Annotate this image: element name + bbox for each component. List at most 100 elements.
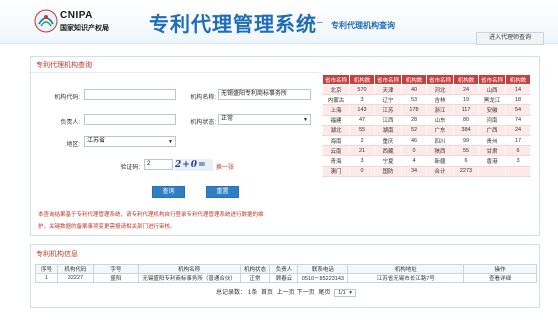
owner-input[interactable] [84, 114, 176, 125]
search-button[interactable]: 查询 [152, 186, 185, 198]
region-name[interactable]: 湖南 [374, 124, 402, 136]
region-name[interactable]: 四川 [426, 134, 454, 147]
org-code-input[interactable] [84, 89, 176, 100]
prev-page-link[interactable]: 上一页 [277, 290, 295, 296]
last-page-link[interactable]: 尾页 [318, 290, 330, 296]
column-header: 省市名称 [374, 74, 402, 85]
owner-label: 负责人: [60, 120, 80, 126]
region-name[interactable]: 山西 [478, 83, 506, 96]
region-name[interactable]: 重庆 [374, 134, 402, 147]
reset-button[interactable]: 重置 [206, 186, 239, 198]
page-select[interactable]: 1/1 ▾ [334, 289, 357, 297]
region-select[interactable]: 江苏省 ▼ [84, 136, 176, 147]
captcha-label: 验证码: [120, 165, 140, 171]
region-name[interactable]: 内蒙古 [322, 94, 350, 106]
region-name[interactable]: 陕西 [426, 145, 454, 157]
region-name[interactable]: 黑龙江 [478, 94, 506, 106]
cell-address: 江苏省无锡市长江路7号 [347, 273, 465, 283]
region-name[interactable]: 河南 [478, 114, 506, 126]
org-name-input[interactable]: 无锡盛阳专利商标事务所 [218, 89, 311, 100]
region-count: 4 [401, 155, 427, 167]
region-count: 40 [401, 83, 427, 96]
next-page-link[interactable]: 下一页 [297, 290, 315, 296]
region-name[interactable]: 甘肃 [478, 145, 506, 157]
region-row: 内蒙古 3 辽宁 53 吉林 19 黑龙江 18 [322, 94, 531, 106]
region-count: 384 [453, 124, 479, 136]
region-count: 6 [453, 155, 479, 167]
view-detail-link[interactable]: 查看详细 [463, 273, 537, 283]
region-count: 47 [349, 114, 375, 126]
region-count: 24 [453, 83, 479, 96]
region-name[interactable]: 澳门 [322, 165, 350, 177]
region-name[interactable]: 天津 [374, 83, 402, 96]
region-name[interactable]: 江苏 [374, 104, 402, 116]
region-count: 14 [505, 83, 531, 96]
region-name[interactable]: 贵州 [478, 134, 506, 147]
region-stats-table: 省市名称 机构数 省市名称 机构数 省市名称 机构数 省市名称 机构数 北京 57… [322, 74, 531, 177]
region-name[interactable]: 辽宁 [374, 94, 402, 106]
enter-agent-query-button[interactable]: 进入代理师查询 [476, 32, 544, 45]
table-row: 1 32227 盛阳 无锡盛阳专利商标事务所（普通合伙） 正常 顾春云 0510… [35, 273, 537, 283]
info-panel-title: 专利机构信息 [36, 251, 78, 258]
region-count [505, 165, 531, 177]
region-row: 海南 2 重庆 46 四川 99 贵州 17 [322, 134, 531, 147]
region-name[interactable]: 福建 [322, 114, 350, 126]
logo-subtext: 国家知识产权局 [60, 25, 109, 32]
region-name[interactable]: 宁夏 [374, 155, 402, 167]
region-row: 湖北 55 湖南 52 广东 384 广西 24 [322, 124, 531, 136]
region-count: 2273 [453, 165, 479, 177]
region-name[interactable]: 上海 [322, 104, 350, 116]
region-name[interactable]: 河北 [426, 83, 454, 96]
region-name[interactable]: 青海 [322, 155, 350, 167]
region-count: 0 [401, 145, 427, 157]
captcha-image[interactable]: 2+0= [175, 159, 213, 171]
divider [31, 72, 319, 73]
status-select[interactable]: 正常 ▼ [218, 114, 311, 125]
region-name[interactable]: 浙江 [426, 104, 454, 116]
total-count: 1条 [247, 290, 258, 296]
region-label: 地区: [66, 142, 80, 148]
region-name[interactable]: 江西 [374, 114, 402, 126]
region-name[interactable]: 湖北 [322, 124, 350, 136]
region-name[interactable]: 安徽 [478, 104, 506, 116]
captcha-input[interactable]: 2 [144, 159, 173, 170]
region-name[interactable]: 国防 [374, 165, 402, 177]
chevron-down-icon: ▾ [349, 290, 353, 296]
region-name[interactable] [478, 165, 506, 177]
region-count: 19 [453, 94, 479, 106]
region-count: 53 [401, 94, 427, 106]
region-name[interactable]: 香港 [478, 155, 506, 167]
column-header: 省市名称 [322, 74, 350, 85]
region-count: 2 [349, 134, 375, 147]
first-page-link[interactable]: 首页 [261, 290, 273, 296]
region-count: 21 [349, 145, 375, 157]
column-header: 操作 [463, 264, 537, 274]
region-name[interactable]: 吉林 [426, 94, 454, 106]
region-count: 55 [453, 145, 479, 157]
region-name[interactable]: 北京 [322, 83, 350, 96]
region-name[interactable]: 山东 [426, 114, 454, 126]
region-name[interactable]: 云南 [322, 145, 350, 157]
region-name[interactable]: 新疆 [426, 155, 454, 167]
region-name[interactable]: 广西 [478, 124, 506, 136]
column-header: 序号 [35, 264, 58, 274]
cnipa-emblem-icon [34, 9, 58, 33]
cell-code: 32227 [56, 273, 94, 283]
results-table-header: 序号 机构代码 字号 机构名称 机构状态 负责人 联系电话 机构地址 操作 [35, 264, 537, 274]
column-header: 机构数 [505, 74, 531, 85]
page-title: 专利代理管理系统 [149, 14, 317, 36]
region-count: 24 [505, 124, 531, 136]
status-label: 机构状态: [190, 120, 216, 126]
region-name[interactable]: 合计 [426, 165, 454, 177]
region-count: 0 [349, 165, 375, 177]
region-count: 117 [453, 104, 479, 116]
region-name[interactable]: 海南 [322, 134, 350, 147]
status-select-value: 正常 [221, 116, 234, 122]
column-header: 省市名称 [478, 74, 506, 85]
region-name[interactable]: 西藏 [374, 145, 402, 157]
region-name[interactable]: 广东 [426, 124, 454, 136]
column-header: 联系电话 [297, 264, 349, 274]
region-count: 6 [505, 145, 531, 157]
region-row: 上海 143 江苏 178 浙江 117 安徽 54 [322, 104, 531, 116]
captcha-refresh-link[interactable]: 换一张 [216, 162, 234, 171]
